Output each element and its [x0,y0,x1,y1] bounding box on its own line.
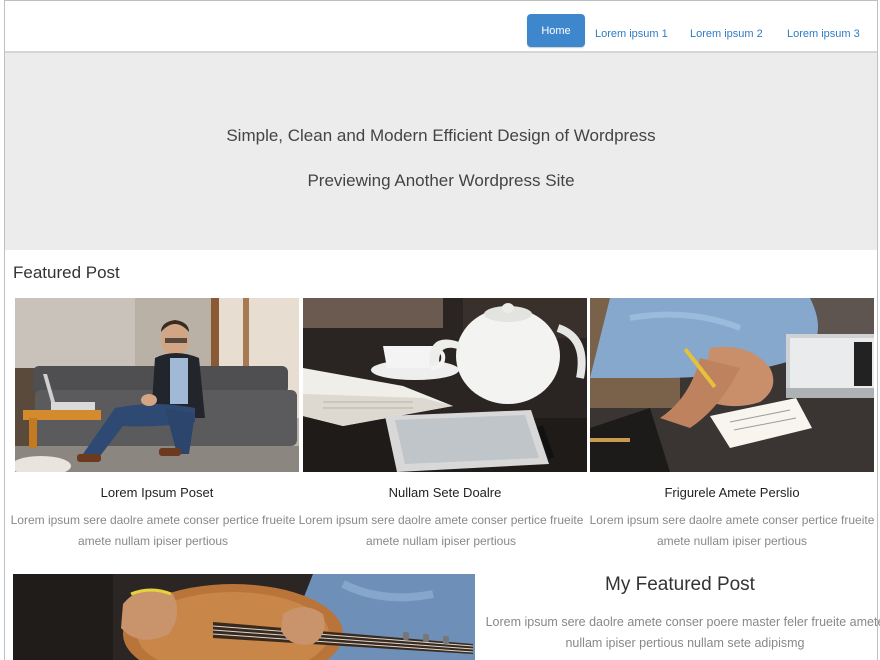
featured-card-2-image[interactable] [303,298,587,472]
my-featured-post-title[interactable]: My Featured Post [495,574,865,596]
featured-card-2[interactable]: Nullam Sete Doalre Lorem ipsum sere daol… [299,298,587,552]
top-navigation: Home Lorem ipsum 1 Lorem ipsum 2 Lorem i… [5,1,877,53]
featured-post-heading: Featured Post [13,263,120,282]
featured-card-1-text: Lorem ipsum sere daolre amete conser per… [10,513,296,548]
featured-card-3-title[interactable]: Frigurele Amete Perslio [590,485,874,500]
page-frame: Home Lorem ipsum 1 Lorem ipsum 2 Lorem i… [4,0,880,660]
featured-card-2-title[interactable]: Nullam Sete Doalre [303,485,587,500]
featured-card-1-title[interactable]: Lorem Ipsum Poset [15,485,299,500]
nav-link-lorem-ipsum-3[interactable]: Lorem ipsum 3 [787,28,860,40]
nav-home-button[interactable]: Home [527,14,585,47]
featured-card-3[interactable]: Frigurele Amete Perslio Lorem ipsum sere… [590,298,874,552]
nav-link-lorem-ipsum-2[interactable]: Lorem ipsum 2 [690,28,763,40]
hero-banner: Simple, Clean and Modern Efficient Desig… [5,53,877,250]
my-featured-post-image[interactable] [13,574,475,660]
featured-card-3-image[interactable] [590,298,874,472]
featured-card-1-image[interactable] [15,298,299,472]
hero-title: Simple, Clean and Modern Efficient Desig… [226,126,656,145]
featured-card-3-text: Lorem ipsum sere daolre amete conser per… [589,513,875,548]
hero-subtitle: Previewing Another Wordpress Site [307,171,575,190]
nav-link-lorem-ipsum-1[interactable]: Lorem ipsum 1 [595,28,668,40]
my-featured-post-text: Lorem ipsum sere daolre amete conser poe… [485,615,880,650]
featured-card-1[interactable]: Lorem Ipsum Poset Lorem ipsum sere daolr… [11,298,299,552]
featured-card-2-text: Lorem ipsum sere daolre amete conser per… [298,513,584,548]
